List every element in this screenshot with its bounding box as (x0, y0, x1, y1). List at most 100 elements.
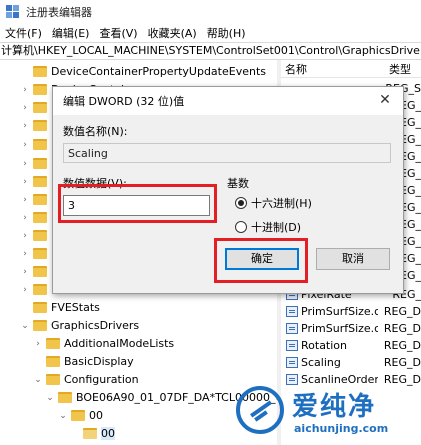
watermark-url: aichunjing.com (294, 422, 389, 435)
folder-icon (46, 356, 60, 367)
dialog-title: 编辑 DWORD (32 位)值 (63, 95, 185, 108)
value-type: REG_D (383, 322, 421, 335)
value-row[interactable]: PrimSurfSize.cy REG_D (281, 320, 421, 337)
dec-radio-label: 十进制(D) (251, 221, 302, 234)
value-row[interactable]: Scaling REG_D (281, 354, 421, 371)
folder-icon (33, 66, 47, 77)
menu-view[interactable]: 查看(V) (94, 25, 142, 41)
expand-chevron-icon[interactable]: › (20, 231, 30, 241)
dec-radio[interactable]: 十进制(D) (235, 219, 301, 235)
reg-dword-icon (286, 306, 298, 317)
folder-icon (33, 139, 47, 150)
expand-chevron-icon[interactable]: › (20, 121, 30, 131)
folder-icon (33, 102, 47, 113)
column-name-header[interactable]: 名称 (281, 61, 385, 77)
reg-dword-icon (286, 340, 298, 351)
folder-icon (83, 428, 97, 439)
edit-dword-dialog: 编辑 DWORD (32 位)值 ✕ 数值名称(N): 数值数据(V): 基数 … (52, 86, 404, 294)
tree-item[interactable]: › AdditionalModeLists (33, 334, 174, 353)
folder-icon (33, 266, 47, 277)
address-bar[interactable]: 计算机\HKEY_LOCAL_MACHINE\SYSTEM\ControlSet… (0, 42, 421, 60)
collapse-chevron-icon[interactable]: ⌄ (58, 411, 68, 421)
tree-item[interactable]: BasicDisplay (33, 352, 134, 371)
radio-unselected-icon (235, 221, 247, 233)
tree-item-label: AdditionalModeLists (64, 337, 175, 350)
highlight-value-box (58, 184, 217, 223)
folder-icon (33, 158, 47, 169)
watermark-brand: 爱纯净 (292, 392, 377, 422)
base-label: 基数 (227, 177, 249, 190)
value-name: PrimSurfSize.cx (301, 305, 378, 318)
folder-icon (33, 212, 47, 223)
value-type: REG_D (383, 305, 421, 318)
tree-item[interactable]: ⌄ Configuration (33, 370, 139, 389)
menu-bar: 文件(F) 编辑(E) 查看(V) 收藏夹(A) 帮助(H) (0, 24, 421, 42)
watermark-logo-icon (236, 386, 284, 434)
tree-item[interactable]: ⌄ 00 (58, 406, 103, 425)
collapse-chevron-icon[interactable]: ⌄ (33, 375, 43, 385)
menu-edit[interactable]: 编辑(E) (47, 25, 95, 41)
values-header: 名称 类型 (281, 60, 421, 78)
folder-icon (33, 230, 47, 241)
value-name-label: 数值名称(N): (63, 125, 128, 138)
watermark: 爱纯净 aichunjing.com (232, 378, 421, 445)
expand-chevron-icon[interactable]: › (20, 195, 30, 205)
folder-icon (33, 248, 47, 259)
value-name-field[interactable] (63, 143, 391, 163)
expand-chevron-icon[interactable]: › (20, 285, 30, 295)
expand-chevron-icon[interactable]: › (20, 103, 30, 113)
value-name: Scaling (301, 356, 341, 369)
tree-item-label: BasicDisplay (64, 355, 134, 368)
value-row[interactable]: Rotation REG_D (281, 337, 421, 354)
reg-dword-icon (286, 323, 298, 334)
expand-chevron-icon[interactable]: › (20, 267, 30, 277)
title-bar: 注册表编辑器 (0, 0, 421, 24)
expand-chevron-icon[interactable]: › (20, 177, 30, 187)
tree-item-label: 00 (101, 427, 115, 440)
value-name: Rotation (301, 339, 348, 352)
highlight-ok-box (214, 238, 308, 283)
folder-icon (33, 302, 47, 313)
expand-chevron-icon[interactable]: › (20, 213, 30, 223)
value-type: REG_D (383, 339, 421, 352)
dialog-body: 数值名称(N): 数值数据(V): 基数 十六进制(H) 十进制(D) 确定 取… (53, 115, 403, 293)
expand-chevron-icon[interactable]: › (20, 159, 30, 169)
value-row[interactable]: PrimSurfSize.cx REG_D (281, 303, 421, 320)
tree-item-label: Configuration (64, 373, 139, 386)
regedit-app-icon (6, 5, 20, 19)
tree-item[interactable]: DeviceContainerPropertyUpdateEvents (20, 62, 266, 81)
menu-favorites[interactable]: 收藏夹(A) (143, 25, 202, 41)
collapse-chevron-icon[interactable]: ⌄ (45, 393, 55, 403)
tree-item[interactable]: FVEStats (20, 298, 100, 317)
value-name: PrimSurfSize.cy (301, 322, 378, 335)
close-icon[interactable]: ✕ (377, 92, 393, 108)
folder-open-icon (71, 410, 85, 421)
hex-radio[interactable]: 十六进制(H) (235, 195, 312, 211)
value-type: REG_D (383, 356, 421, 369)
folder-icon (33, 284, 47, 295)
expand-chevron-icon[interactable]: › (33, 339, 43, 349)
collapse-chevron-icon[interactable]: ⌄ (20, 321, 30, 331)
expand-chevron-icon[interactable]: › (20, 140, 30, 150)
window-title: 注册表编辑器 (26, 6, 92, 19)
folder-icon (33, 176, 47, 187)
menu-help[interactable]: 帮助(H) (202, 25, 251, 41)
tree-item-label: 00 (89, 409, 103, 422)
expand-chevron-icon[interactable]: › (20, 85, 30, 95)
column-type-header[interactable]: 类型 (385, 61, 411, 77)
folder-open-icon (46, 374, 60, 385)
reg-dword-icon (286, 357, 298, 368)
folder-icon (33, 120, 47, 131)
tree-item-label: FVEStats (51, 301, 100, 314)
expand-chevron-icon[interactable]: › (20, 249, 30, 259)
folder-icon (33, 84, 47, 95)
tree-item-label: GraphicsDrivers (51, 319, 140, 332)
menu-file[interactable]: 文件(F) (0, 25, 47, 41)
tree-item[interactable]: ⌄ GraphicsDrivers (20, 316, 139, 335)
tree-item-selected[interactable]: 00 (70, 424, 115, 443)
folder-icon (46, 338, 60, 349)
radio-selected-icon (235, 197, 247, 209)
tree-item-label: DeviceContainerPropertyUpdateEvents (51, 65, 266, 78)
cancel-button[interactable]: 取消 (316, 248, 390, 270)
folder-open-icon (33, 320, 47, 331)
